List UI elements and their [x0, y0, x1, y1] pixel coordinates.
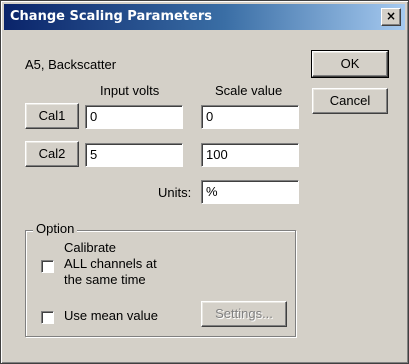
calibrate-all-label-line1: Calibrate [64, 240, 117, 255]
input-volts-header: Input volts [100, 83, 160, 98]
change-scaling-dialog: Change Scaling Parameters × A5, Backscat… [0, 0, 409, 364]
use-mean-value-checkbox[interactable] [41, 311, 54, 324]
option-group-legend: Option [33, 221, 78, 236]
calibrate-all-checkbox[interactable] [41, 260, 54, 273]
cal2-button[interactable]: Cal2 [25, 141, 79, 167]
cal2-input-volts-field[interactable]: 5 [85, 143, 183, 167]
cancel-button[interactable]: Cancel [312, 88, 388, 114]
cal2-scale-value-field[interactable]: 100 [201, 143, 299, 167]
ok-button[interactable]: OK [311, 50, 389, 78]
title-bar[interactable]: Change Scaling Parameters × [4, 4, 405, 30]
close-icon: × [385, 9, 397, 23]
calibrate-all-label-line3: the same time [64, 272, 146, 287]
cal1-button[interactable]: Cal1 [25, 103, 79, 129]
units-label: Units: [158, 185, 192, 200]
channel-label: A5, Backscatter [25, 57, 117, 72]
cal1-scale-value-field[interactable]: 0 [201, 105, 299, 129]
settings-button[interactable]: Settings... [201, 301, 287, 327]
scale-value-header: Scale value [215, 83, 283, 98]
close-button[interactable]: × [381, 8, 401, 26]
use-mean-value-label: Use mean value [64, 308, 158, 323]
calibrate-all-label-line2: ALL channels at [64, 256, 157, 271]
dialog-title: Change Scaling Parameters [10, 9, 212, 24]
units-field[interactable]: % [201, 180, 299, 204]
cal1-input-volts-field[interactable]: 0 [85, 105, 183, 129]
